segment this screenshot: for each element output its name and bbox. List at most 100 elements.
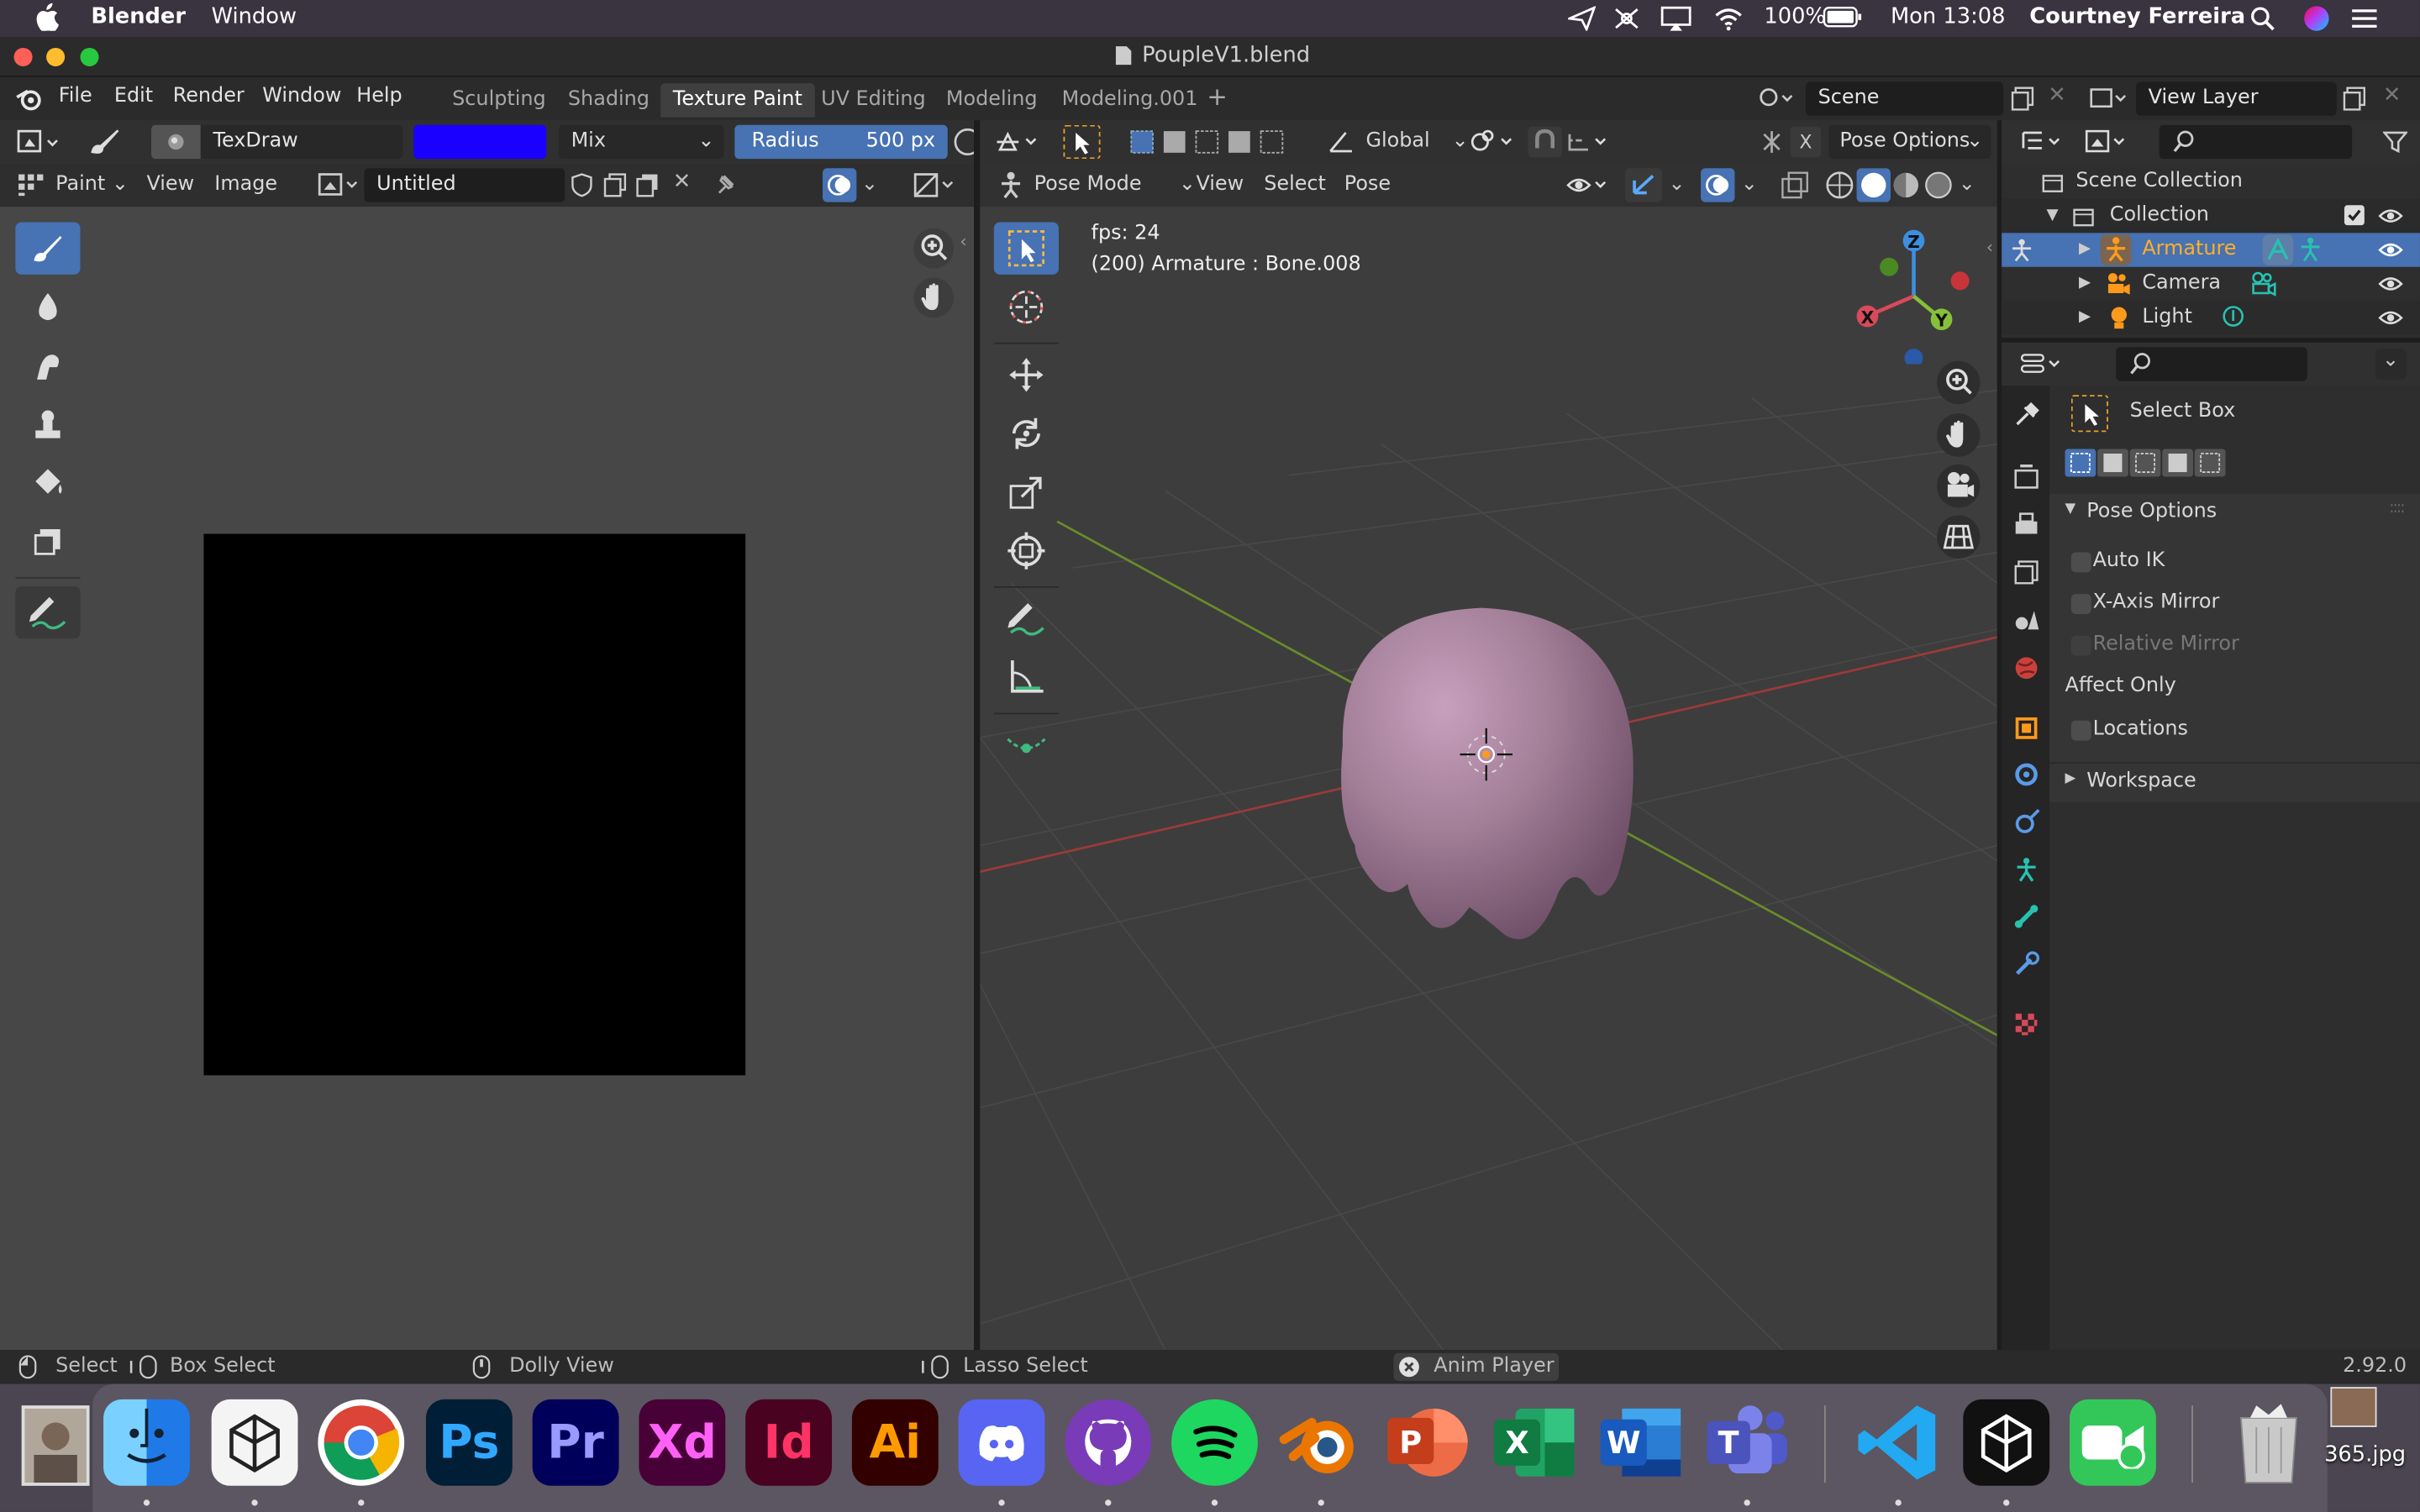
orientation-dropdown[interactable]: Global ⌄	[1365, 129, 1468, 153]
camera-data-icon[interactable]	[2249, 271, 2280, 297]
selection-mode-buttons[interactable]	[2065, 449, 2226, 477]
open-image-icon[interactable]	[636, 173, 660, 197]
physics-tab-icon[interactable]	[2012, 808, 2040, 836]
pin-icon[interactable]	[713, 171, 738, 199]
display-channels-icon[interactable]	[913, 171, 960, 199]
outliner-item-camera[interactable]: ▶ Camera	[2002, 267, 2420, 301]
relative-mirror-checkbox[interactable]	[2070, 635, 2091, 656]
outliner-collection[interactable]: ▼ Collection	[2002, 198, 2420, 234]
bone-constraint-tab-icon[interactable]	[2012, 950, 2040, 978]
scene-field[interactable]: Scene	[1805, 81, 2004, 116]
brush-icon[interactable]	[85, 125, 122, 159]
remove-view-layer-icon[interactable]: ✕	[2383, 83, 2402, 108]
pose-options-panel-header[interactable]: ▼ Pose Options ::::	[2049, 493, 2420, 534]
unlink-image-icon[interactable]: ✕	[673, 170, 692, 194]
chevron-down-icon[interactable]: ⌄	[1959, 173, 1975, 197]
outliner-item-armature[interactable]: ▶ Armature	[2002, 233, 2420, 267]
eye-icon[interactable]	[2378, 241, 2403, 260]
sidebar-toggle-icon[interactable]: ‹	[960, 232, 966, 252]
texture-tab-icon[interactable]	[2012, 1011, 2040, 1038]
annotate-tool-button[interactable]	[994, 592, 1059, 644]
rotate-tool-button[interactable]	[994, 407, 1059, 459]
pan-hand-icon[interactable]	[1937, 413, 1981, 457]
chevron-down-icon[interactable]: ⌄	[861, 173, 878, 197]
properties-editor-icon[interactable]	[2020, 350, 2066, 378]
eye-icon[interactable]	[2378, 308, 2403, 327]
facetime-icon[interactable]	[2070, 1399, 2156, 1486]
close-window-button[interactable]	[13, 47, 33, 66]
blender-logo-icon[interactable]	[15, 87, 43, 111]
new-scene-icon[interactable]	[2011, 87, 2035, 111]
mode-dropdown[interactable]: Pose Mode ⌄	[1034, 173, 1196, 197]
xray-toggle-icon[interactable]	[1781, 171, 1809, 199]
select-box-tool-button[interactable]	[993, 222, 1059, 275]
scale-tool-button[interactable]	[994, 466, 1059, 518]
zoom-icon[interactable]	[913, 228, 955, 269]
menu-image[interactable]: Image	[214, 173, 277, 197]
paint-mode-dropdown[interactable]: Paint ⌄	[55, 173, 129, 197]
powerpoint-icon[interactable]: P	[1385, 1399, 1471, 1486]
apple-icon[interactable]	[34, 3, 59, 31]
fake-user-shield-icon[interactable]	[570, 173, 594, 197]
premiere-icon[interactable]: Pr	[532, 1399, 619, 1486]
measure-tool-button[interactable]	[994, 651, 1059, 703]
menu-render[interactable]: Render	[173, 85, 245, 108]
visibility-icon[interactable]	[1566, 171, 1612, 199]
minimize-window-button[interactable]	[46, 47, 66, 66]
shading-modes[interactable]	[1823, 168, 1955, 202]
brush-preview-button[interactable]	[150, 124, 201, 160]
outliner-search-input[interactable]	[2159, 124, 2353, 160]
clone-tool-button[interactable]	[15, 398, 80, 450]
eye-icon[interactable]	[2378, 275, 2403, 293]
photoshop-icon[interactable]: Ps	[425, 1399, 513, 1486]
github-desktop-icon[interactable]	[1065, 1399, 1152, 1486]
expand-arrow-icon[interactable]: ▶	[2079, 233, 2091, 266]
blend-mode-dropdown[interactable]: Mix ⌄	[558, 124, 724, 160]
select-tool-icon[interactable]	[1063, 124, 1101, 160]
scene-tab-icon[interactable]	[2012, 606, 2040, 634]
brush-name-field[interactable]: TexDraw	[200, 124, 403, 160]
pose-mode-indicator-icon[interactable]	[2008, 238, 2036, 262]
snap-target-icon[interactable]	[1566, 128, 1612, 155]
output-tab-icon[interactable]	[2012, 511, 2040, 538]
menu-window[interactable]: Window	[262, 85, 341, 108]
menu-view[interactable]: View	[1196, 173, 1244, 197]
filter-icon[interactable]	[2382, 129, 2408, 154]
brush-color-swatch[interactable]	[413, 124, 547, 160]
orientation-icon[interactable]	[1328, 129, 1355, 154]
perspective-toggle-icon[interactable]	[1937, 515, 1981, 559]
tab-modeling[interactable]: Modeling	[934, 83, 1050, 117]
relax-pose-tool-button[interactable]	[994, 719, 1059, 771]
outliner-scene-collection[interactable]: Scene Collection	[2002, 165, 2420, 199]
tab-modeling-001[interactable]: Modeling.001	[1050, 83, 1210, 117]
tab-uv-editing[interactable]: UV Editing	[808, 83, 938, 117]
illustrator-icon[interactable]: Ai	[851, 1399, 939, 1486]
expand-arrow-icon[interactable]: ▶	[2079, 267, 2091, 301]
tab-texture-paint[interactable]: Texture Paint	[660, 83, 815, 118]
pivot-point-icon[interactable]	[1470, 128, 1519, 155]
unity-hub-icon[interactable]	[211, 1399, 298, 1486]
transform-tool-button[interactable]	[994, 524, 1059, 576]
pose-icon[interactable]	[2296, 236, 2324, 264]
editor-type-icon[interactable]	[15, 127, 65, 158]
macos-window-menu[interactable]: Window	[212, 5, 297, 29]
armature-tab-icon[interactable]	[2012, 856, 2040, 884]
outliner-item-light[interactable]: ▶ Light	[2002, 301, 2420, 335]
chevron-down-icon[interactable]: ⌄	[1741, 173, 1758, 197]
fill-tool-button[interactable]	[15, 457, 80, 509]
3d-viewport[interactable]: Global ⌄ X Pose Options ⌄ Pose Mode ⌄ Vie…	[980, 120, 1997, 1351]
view-layer-icon[interactable]	[2090, 87, 2130, 111]
duplicate-image-icon[interactable]	[603, 173, 628, 197]
airplay-icon[interactable]	[1660, 6, 1691, 31]
locations-checkbox[interactable]	[2070, 720, 2091, 741]
smear-tool-button[interactable]	[15, 339, 80, 391]
add-workspace-icon[interactable]: +	[1207, 81, 1228, 111]
discord-icon[interactable]	[958, 1399, 1045, 1486]
image-canvas[interactable]	[203, 533, 746, 1076]
viewport-overlays-toggle[interactable]	[1701, 168, 1735, 202]
chrome-icon[interactable]	[318, 1399, 405, 1486]
properties-search-input[interactable]	[2116, 347, 2307, 381]
menu-select[interactable]: Select	[1264, 173, 1326, 197]
drag-handle-icon[interactable]: ::::	[2389, 500, 2405, 517]
siri-icon[interactable]	[2302, 5, 2330, 33]
